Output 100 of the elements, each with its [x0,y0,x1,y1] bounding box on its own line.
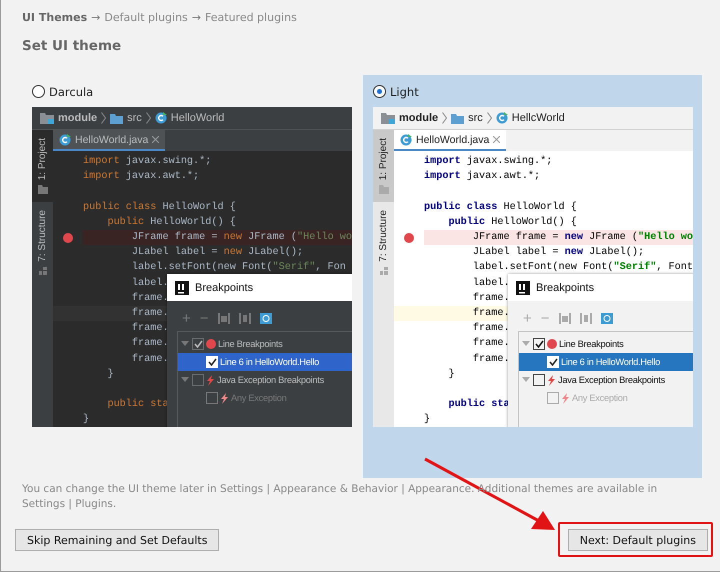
tree-item-label: Any Exception [572,393,628,403]
class-icon [400,134,412,146]
code-line: public HelloWorld() { [106,216,236,228]
code-line: JLabel label = new JLabel(); [472,247,644,258]
code-line: frame. [130,308,169,319]
module-folder-icon [381,112,395,124]
wizard-button[interactable]: Next: Default plugins [568,529,708,551]
wizard-step: UI Themes [22,10,88,24]
breadcrumb-item[interactable]: src [468,112,483,124]
code-line: } [447,368,455,380]
tool-window-tab[interactable]: 1: Project [373,130,394,202]
code-line: } [83,414,90,426]
code-line: import javax.awt.*; [83,171,200,182]
expand-arrow-icon[interactable] [521,376,531,384]
folder-icon [378,185,388,194]
selected-theme-panel[interactable] [363,75,702,478]
code-line: JFrame frame = new JFrame ("Hello wo [130,232,352,244]
breakpoint-icon[interactable] [404,232,414,243]
tree-item-label: Line Breakpoints [218,339,282,349]
code-line: import javax.awt.*; [424,171,540,182]
close-icon[interactable] [152,136,160,143]
code-line: label. [130,278,169,289]
lightning-icon [220,392,229,404]
breadcrumb-item[interactable]: HelloWorld [170,112,224,124]
chevron-icon [486,112,492,124]
tree-item[interactable]: Java Exception Breakpoints [178,371,352,389]
expand-arrow-icon[interactable] [180,340,190,348]
tree-item-label: Any Exception [231,393,287,403]
tool-window-tab[interactable]: 7: Structure [32,202,53,283]
tree-item[interactable]: Java Exception Breakpoints [519,371,693,389]
checkbox[interactable] [533,338,545,350]
arrow-separator: → [192,10,202,24]
theme-radio[interactable]: Light [373,83,702,100]
file-tab[interactable]: HelloWorld.java [53,130,166,151]
expand-arrow-icon[interactable] [521,340,531,348]
lightning-icon [547,374,556,386]
code-line: frame. [472,354,510,365]
code-line: public class HelloWorld { [424,202,577,213]
breakpoint-dot-icon [547,339,557,349]
tool-window-tab[interactable]: 7: Structure [373,202,394,283]
expand-arrow-icon[interactable] [180,376,190,384]
folder-icon [110,112,124,124]
code-line: frame. [472,323,510,334]
code-line: label.setFont(new Font("Serif", Font [472,262,693,274]
tree-item[interactable]: Line Breakpoints [519,335,693,353]
checkbox[interactable] [533,374,545,386]
theme-radio[interactable]: Darcula [32,83,361,100]
tree-item-label: Java Exception Breakpoints [558,375,665,385]
code-line: } [424,414,430,426]
dialog-title: Breakpoints [195,282,254,294]
class-icon [496,112,508,124]
checkbox[interactable] [192,338,204,350]
chevron-icon [146,112,151,124]
page-heading: Set UI theme [22,38,122,54]
chevron-icon [442,112,448,124]
tree-item-label: Java Exception Breakpoints [217,375,324,385]
breadcrumb-item[interactable]: src [127,112,142,124]
tree-item-label: Line Breakpoints [559,339,624,349]
app-logo-icon [175,280,189,294]
tree-item-label: Line 6 in HelloWorld.Hello [561,357,660,367]
code-line: frame. [130,354,169,365]
class-icon [59,134,71,146]
tree-item[interactable]: Line Breakpoints [178,335,352,353]
code-line: import javax.swing.*; [424,156,552,168]
folder-icon [451,112,464,124]
code-line: public class HelloWorld { [83,202,236,213]
wizard-step: Default plugins [104,10,188,24]
close-icon[interactable] [493,136,500,143]
dialog-title: Breakpoints [536,282,594,294]
folder-icon [38,185,48,194]
code-line: JFrame frame = new JFrame ("Hello wo [472,232,693,244]
tree-item[interactable]: Line 6 in HelloWorld.Hello [519,353,693,371]
code-line: frame. [130,338,169,350]
breadcrumb-item[interactable]: HellcWorld [512,112,565,124]
arrow-separator: → [91,10,100,24]
breakpoint-icon[interactable] [63,232,73,243]
code-line: public HelloWorld() { [447,216,577,228]
code-line: frame. [472,292,510,304]
tree-item[interactable]: Line 6 in HelloWorld.Hello [178,353,352,371]
code-line: frame. [472,338,510,350]
tool-window-tab[interactable]: 1: Project [32,130,53,202]
code-line: label.setFont(new Font("Serif", Fon [130,262,346,274]
wizard-button[interactable]: Skip Remaining and Set Defaults [15,529,220,551]
wizard-step: Featured plugins [205,10,297,24]
breadcrumb-item[interactable]: module [399,112,438,124]
code-line: label. [472,278,510,289]
breakpoint-dot-icon [206,339,216,349]
lightning-icon [561,392,570,404]
breadcrumb-item[interactable]: module [58,112,98,124]
structure-icon [380,266,388,275]
code-line: import javax.swing.*; [83,156,212,168]
code-line: } [106,368,114,380]
checkbox[interactable] [192,374,204,386]
class-icon [154,112,167,124]
code-line: frame. [130,292,169,304]
code-line: frame. [472,308,510,319]
lightning-icon [206,374,215,386]
file-tab[interactable]: HelloWorld.java [394,130,506,151]
app-logo-icon [516,280,530,294]
module-folder-icon [40,112,54,124]
